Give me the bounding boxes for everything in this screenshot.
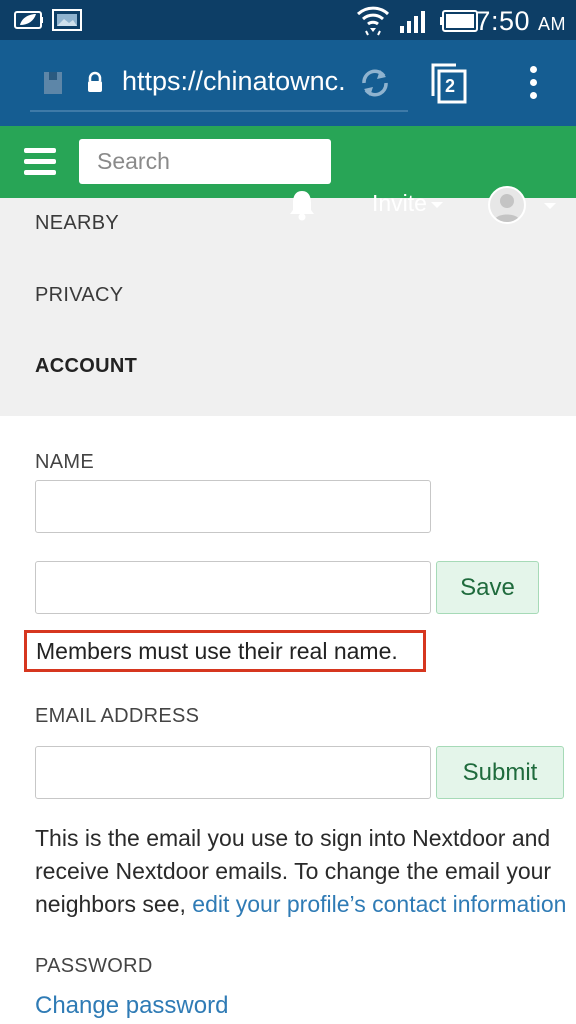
name-label: NAME	[35, 451, 94, 473]
menu-icon[interactable]	[24, 148, 56, 176]
nav-item-account[interactable]: ACCOUNT	[35, 355, 137, 378]
wifi-icon	[356, 6, 390, 36]
page-icon	[44, 72, 62, 94]
edit-contact-info-link[interactable]: edit your profile’s contact information	[192, 891, 566, 917]
leaf-battery-icon	[14, 11, 43, 29]
status-bar: 7:50 AM	[0, 0, 576, 40]
clock: 7:50 AM	[475, 6, 566, 36]
image-notification-icon	[52, 9, 82, 31]
address-bar[interactable]: https://chinatownc...	[30, 54, 408, 112]
search-input[interactable]	[79, 139, 331, 184]
user-silhouette-icon	[494, 194, 520, 222]
invite-dropdown[interactable]: Invite	[372, 190, 443, 217]
lock-icon	[88, 71, 102, 92]
settings-nav: NEARBY PRIVACY ACCOUNT	[0, 198, 576, 416]
help-line-3: neighbors see, edit your profile’s conta…	[35, 891, 567, 917]
url-text: https://chinatownc...	[122, 66, 346, 96]
submit-button[interactable]: Submit	[436, 746, 564, 799]
help-line-2: receive Nextdoor emails. To change the e…	[35, 858, 552, 884]
help-line-1: This is the email you use to sign into N…	[35, 825, 551, 851]
last-name-field[interactable]	[35, 561, 431, 614]
avatar[interactable]	[488, 186, 526, 224]
tabs-button[interactable]: 2	[430, 62, 468, 104]
signal-icon	[400, 11, 425, 33]
tab-count: 2	[445, 76, 456, 96]
first-name-field[interactable]	[35, 480, 431, 533]
nav-item-privacy[interactable]: PRIVACY	[35, 284, 123, 307]
email-field[interactable]	[35, 746, 431, 799]
overflow-menu-icon[interactable]	[528, 66, 540, 102]
nav-item-nearby[interactable]: NEARBY	[35, 212, 119, 235]
invite-label: Invite	[372, 190, 427, 216]
save-button[interactable]: Save	[436, 561, 539, 614]
chevron-down-icon	[430, 201, 443, 208]
email-help-text: This is the email you use to sign into N…	[35, 822, 576, 921]
email-label: EMAIL ADDRESS	[35, 705, 200, 727]
notifications-bell-icon[interactable]	[288, 188, 316, 222]
browser-toolbar: https://chinatownc... 2	[0, 40, 576, 126]
chevron-down-icon[interactable]	[544, 203, 556, 209]
reload-icon[interactable]	[358, 67, 392, 99]
change-password-link[interactable]: Change password	[35, 992, 228, 1020]
battery-icon	[440, 10, 478, 32]
password-label: PASSWORD	[35, 955, 153, 977]
real-name-notice: Members must use their real name.	[24, 630, 426, 672]
